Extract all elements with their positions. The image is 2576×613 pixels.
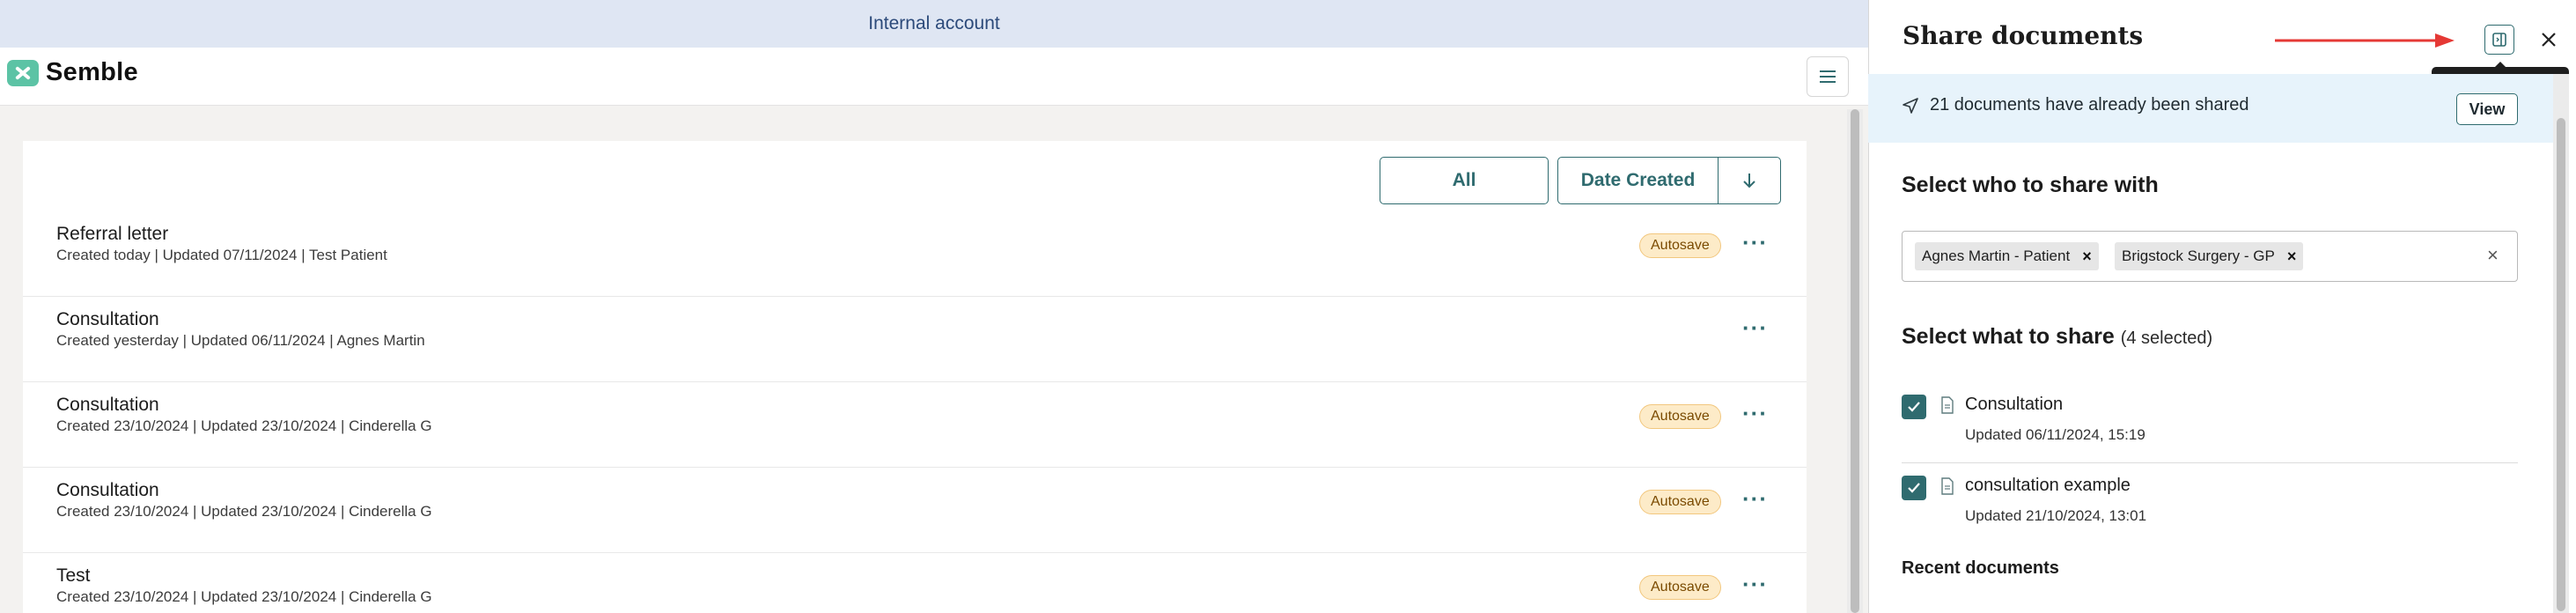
document-updated: Updated 21/10/2024, 13:01 xyxy=(1965,507,2147,524)
document-meta: Created yesterday | Updated 06/11/2024 |… xyxy=(56,332,425,349)
document-row[interactable]: Referral letter Created today | Updated … xyxy=(23,211,1807,297)
document-meta: Created 23/10/2024 | Updated 23/10/2024 … xyxy=(56,503,432,520)
document-meta: Created 23/10/2024 | Updated 23/10/2024 … xyxy=(56,417,432,434)
view-shared-button[interactable]: View xyxy=(2456,93,2518,125)
document-checkbox[interactable] xyxy=(1902,476,1926,500)
document-row[interactable]: Consultation Created 23/10/2024 | Update… xyxy=(23,382,1807,468)
app-header: Semble xyxy=(0,48,1868,106)
document-name: Consultation xyxy=(1965,395,2064,414)
close-panel-button[interactable] xyxy=(2536,26,2562,53)
autosave-badge: Autosave xyxy=(1639,575,1721,600)
document-title[interactable]: Consultation xyxy=(56,395,159,416)
arrow-down-icon xyxy=(1743,174,1755,188)
clear-recipients-button[interactable]: × xyxy=(2487,244,2499,267)
remove-recipient-button[interactable]: × xyxy=(2082,247,2092,266)
semble-logo-icon xyxy=(7,59,39,86)
more-options-button[interactable]: ··· xyxy=(1742,485,1768,512)
checkmark-icon xyxy=(1908,402,1920,412)
document-title[interactable]: Referral letter xyxy=(56,224,168,245)
annotation-arrow-icon xyxy=(2275,33,2455,48)
document-meta: Created today | Updated 07/11/2024 | Tes… xyxy=(56,247,387,263)
panel-toggle-icon xyxy=(2492,33,2506,47)
select-who-heading: Select who to share with xyxy=(1902,173,2159,197)
sort-control: Date Created xyxy=(1557,157,1781,204)
remove-recipient-button[interactable]: × xyxy=(2287,247,2297,266)
internal-account-banner: Internal account xyxy=(0,0,1868,48)
recipient-chip-label: Brigstock Surgery - GP xyxy=(2122,247,2275,264)
logo-text: Semble xyxy=(46,58,138,86)
switch-to-overlay-button[interactable] xyxy=(2484,25,2514,55)
semble-logo[interactable]: Semble xyxy=(7,58,138,87)
documents-list-card: All Date Created Referral letter Created… xyxy=(23,141,1807,613)
recipient-chip: Brigstock Surgery - GP × xyxy=(2115,242,2304,270)
shared-notice-row: 21 documents have already been shared xyxy=(1902,95,2248,115)
main-scrollbar-thumb[interactable] xyxy=(1851,109,1859,613)
hamburger-icon xyxy=(1820,70,1836,83)
document-row[interactable]: Test Created 23/10/2024 | Updated 23/10/… xyxy=(23,553,1807,613)
autosave-badge: Autosave xyxy=(1639,404,1721,429)
share-document-item[interactable]: consultation example Updated 21/10/2024,… xyxy=(1902,463,2518,544)
document-name: consultation example xyxy=(1965,476,2131,495)
send-icon xyxy=(1903,97,1918,114)
sort-direction-button[interactable] xyxy=(1719,158,1780,203)
document-title[interactable]: Test xyxy=(56,565,91,587)
recipient-chip: Agnes Martin - Patient × xyxy=(1915,242,2099,270)
share-document-item[interactable]: Consultation Updated 06/11/2024, 15:19 xyxy=(1902,382,2518,463)
recent-documents-heading: Recent documents xyxy=(1902,558,2059,578)
select-what-heading: Select what to share (4 selected) xyxy=(1902,324,2212,350)
panel-scrollbar[interactable] xyxy=(2553,74,2569,613)
close-icon xyxy=(2542,33,2556,47)
checkmark-icon xyxy=(1908,483,1920,493)
document-title[interactable]: Consultation xyxy=(56,309,159,330)
document-row[interactable]: Consultation Created 23/10/2024 | Update… xyxy=(23,468,1807,553)
document-icon xyxy=(1941,477,1954,495)
document-meta: Created 23/10/2024 | Updated 23/10/2024 … xyxy=(56,588,432,605)
document-icon xyxy=(1941,396,1954,414)
more-options-button[interactable]: ··· xyxy=(1742,314,1768,341)
document-checkbox[interactable] xyxy=(1902,395,1926,419)
select-what-heading-text: Select what to share xyxy=(1902,324,2115,349)
main-scrollbar[interactable] xyxy=(1847,109,1863,613)
autosave-badge: Autosave xyxy=(1639,490,1721,514)
selected-count: (4 selected) xyxy=(2120,329,2213,348)
shared-notice-text: 21 documents have already been shared xyxy=(1930,95,2249,114)
recipients-select[interactable]: Agnes Martin - Patient × Brigstock Surge… xyxy=(1902,231,2518,282)
banner-text: Internal account xyxy=(868,13,1000,33)
more-options-button[interactable]: ··· xyxy=(1742,229,1768,255)
already-shared-notice: 21 documents have already been shared Vi… xyxy=(1868,74,2553,143)
filter-all-button[interactable]: All xyxy=(1380,157,1549,204)
more-options-button[interactable]: ··· xyxy=(1742,571,1768,597)
recipient-chip-label: Agnes Martin - Patient xyxy=(1922,247,2071,264)
document-updated: Updated 06/11/2024, 15:19 xyxy=(1965,426,2145,443)
panel-scrollbar-thumb[interactable] xyxy=(2557,118,2565,611)
menu-button[interactable] xyxy=(1807,56,1849,97)
autosave-badge: Autosave xyxy=(1639,233,1721,258)
sort-by-date-created-button[interactable]: Date Created xyxy=(1558,158,1719,203)
document-row[interactable]: Consultation Created yesterday | Updated… xyxy=(23,297,1807,382)
document-title[interactable]: Consultation xyxy=(56,480,159,501)
panel-title: Share documents xyxy=(1903,21,2144,50)
more-options-button[interactable]: ··· xyxy=(1742,400,1768,426)
